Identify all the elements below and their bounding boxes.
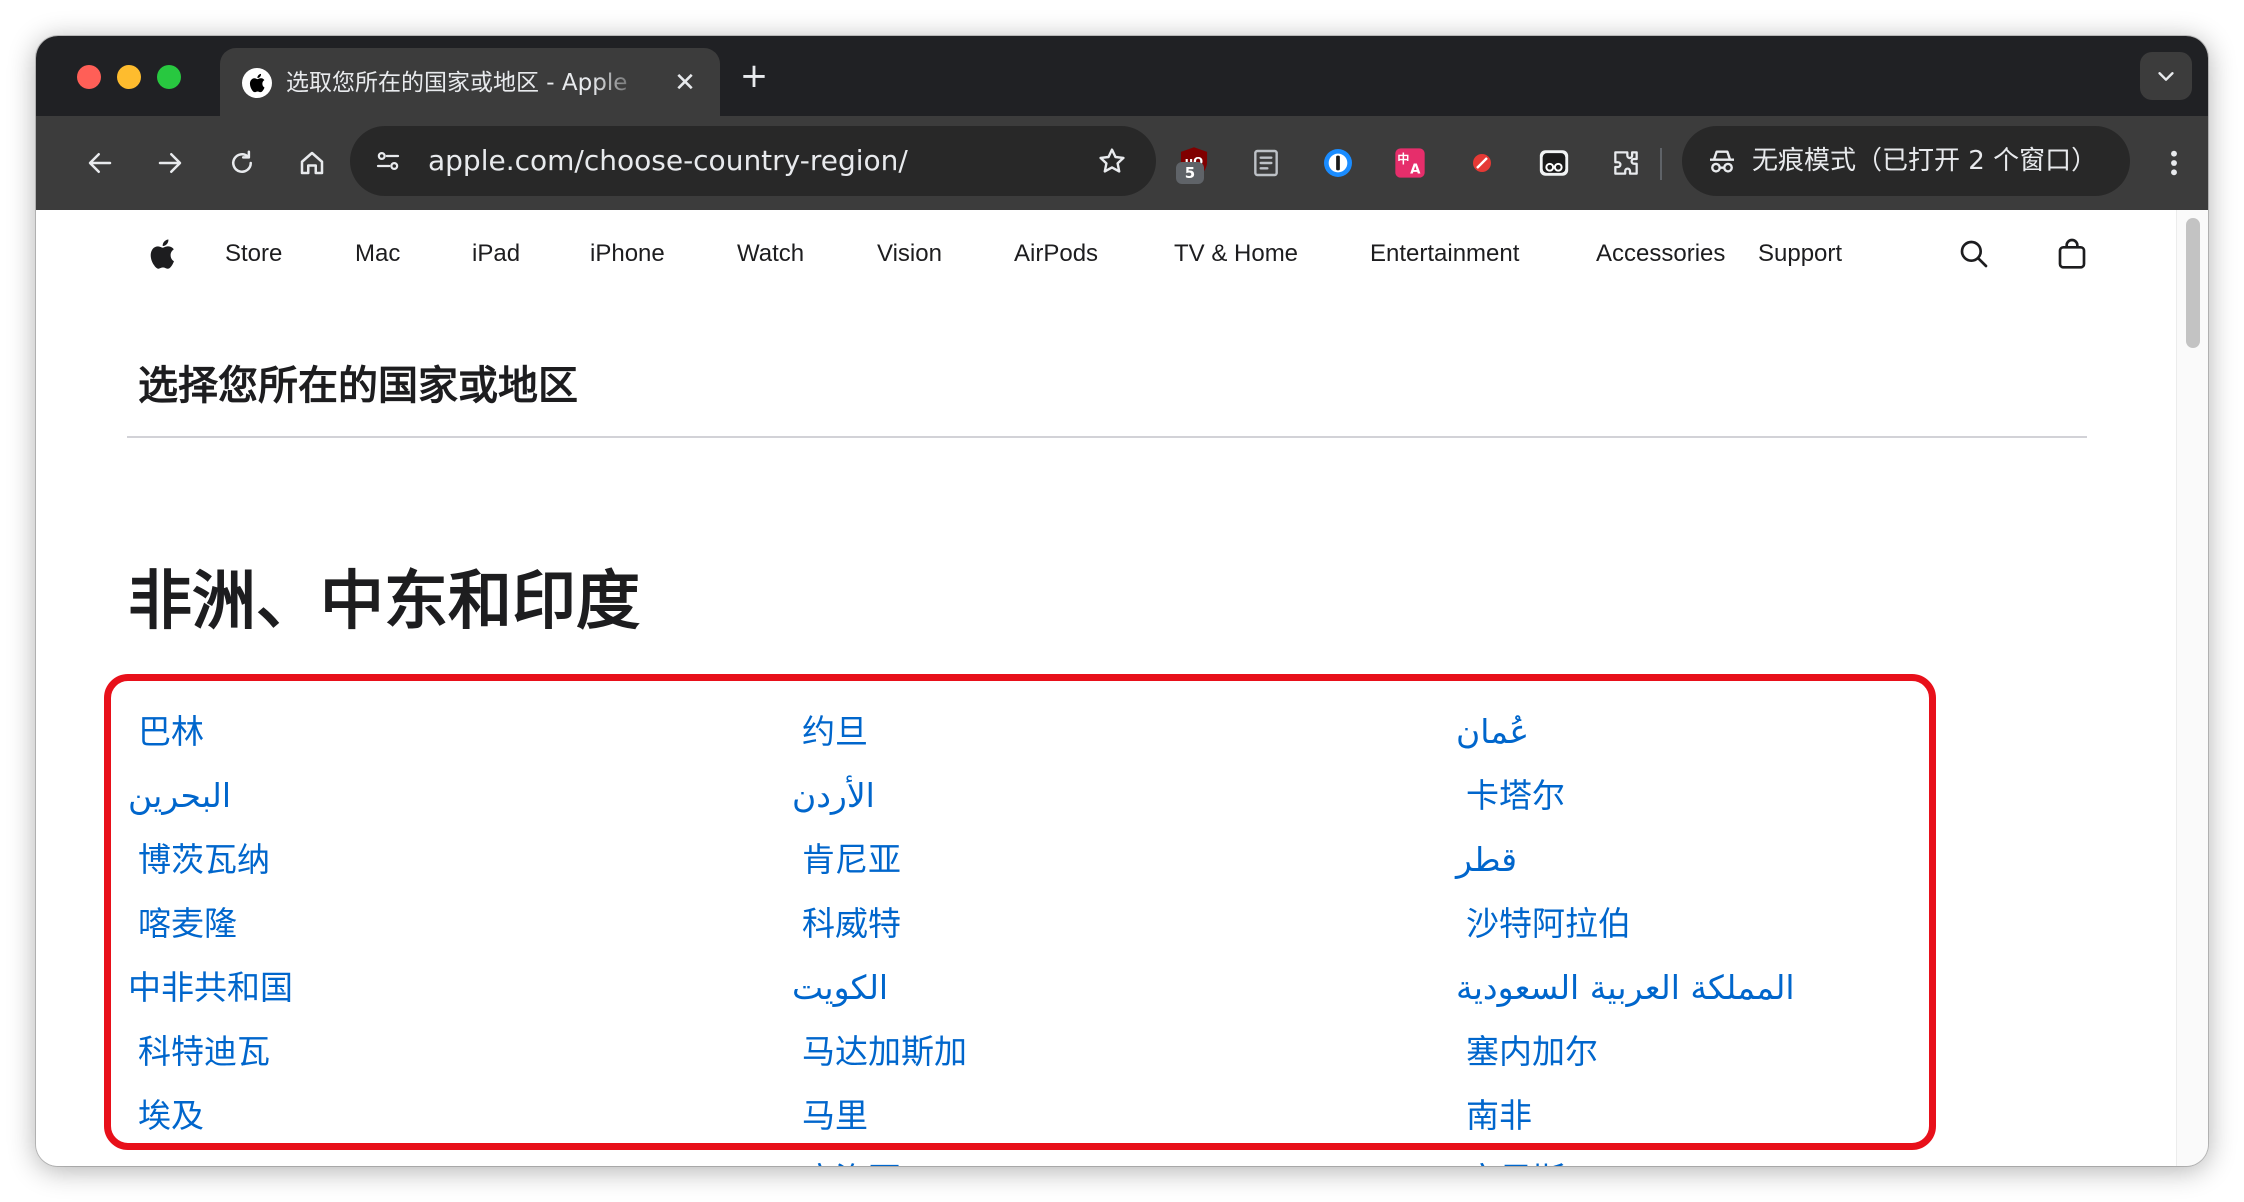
address-bar[interactable]: apple.com/choose-country-region/	[350, 126, 1156, 196]
new-tab-button[interactable]: +	[736, 58, 772, 94]
tab-close-icon[interactable]: ✕	[670, 68, 700, 98]
back-button[interactable]	[80, 143, 120, 183]
nav-vision[interactable]: Vision	[877, 210, 942, 298]
nav-tv-home[interactable]: TV & Home	[1174, 210, 1298, 298]
country-link-cote-divoire[interactable]: 科特迪瓦	[128, 1020, 768, 1084]
extensions-puzzle-icon[interactable]	[1604, 141, 1648, 185]
apple-logo-icon[interactable]	[140, 232, 184, 276]
page-title: 选择您所在的国家或地区	[138, 363, 578, 409]
incognito-label: 无痕模式（已打开 2 个窗口）	[1752, 146, 2098, 176]
country-link-senegal[interactable]: 塞内加尔	[1456, 1020, 2096, 1084]
country-link-kuwait[interactable]: 科威特	[792, 892, 1432, 956]
apple-global-nav: Store Mac iPad iPhone Watch Vision AirPo…	[36, 210, 2176, 298]
svg-text:A: A	[1410, 163, 1421, 178]
arrow-right-icon	[158, 153, 182, 173]
country-link-kuwait-arabic[interactable]: الكويت	[792, 956, 1432, 1020]
country-link-qatar[interactable]: 卡塔尔	[1456, 764, 2096, 828]
country-link-kenya[interactable]: 肯尼亚	[792, 828, 1432, 892]
home-icon	[300, 151, 324, 175]
search-icon[interactable]	[1952, 232, 1996, 276]
forward-button[interactable]	[150, 143, 190, 183]
window-close-button[interactable]	[77, 65, 101, 89]
shopping-bag-icon[interactable]	[2050, 232, 2094, 276]
region-heading: 非洲、中东和印度	[128, 565, 640, 639]
country-link-tunisia[interactable]: 突尼斯	[1456, 1148, 2096, 1166]
scrollbar-thumb[interactable]	[2186, 218, 2200, 348]
svg-text:中: 中	[1397, 151, 1409, 166]
country-link-egypt-arabic[interactable]: مصر	[128, 1148, 768, 1166]
vertical-scrollbar[interactable]	[2176, 210, 2208, 1166]
incognito-indicator[interactable]: 无痕模式（已打开 2 个窗口）	[1682, 126, 2130, 196]
tab-active[interactable]: 选取您所在的国家或地区 - Apple ✕	[220, 48, 720, 116]
incognito-icon	[1704, 143, 1740, 179]
country-link-south-africa[interactable]: 南非	[1456, 1084, 2096, 1148]
country-link-egypt[interactable]: 埃及	[128, 1084, 768, 1148]
password-manager-icon[interactable]	[1316, 141, 1360, 185]
mask-extension-icon[interactable]	[1532, 141, 1576, 185]
nav-airpods[interactable]: AirPods	[1014, 210, 1098, 298]
window-zoom-button[interactable]	[157, 65, 181, 89]
more-vertical-icon	[2171, 150, 2177, 176]
title-divider	[127, 436, 2087, 438]
country-link-central-african-republic[interactable]: 中非共和国	[128, 956, 768, 1020]
home-button[interactable]	[292, 143, 332, 183]
country-link-oman-arabic[interactable]: عُمان	[1456, 700, 2096, 764]
country-link-bahrain[interactable]: 巴林	[128, 700, 768, 764]
country-link-saudi-arabia[interactable]: 沙特阿拉伯	[1456, 892, 2096, 956]
country-link-madagascar[interactable]: 马达加斯加	[792, 1020, 1432, 1084]
nav-mac[interactable]: Mac	[355, 210, 400, 298]
country-link-morocco[interactable]: 摩洛哥	[792, 1148, 1432, 1166]
tab-title: 选取您所在的国家或地区 - Apple	[286, 70, 628, 96]
country-link-bahrain-arabic[interactable]: البحرين	[128, 764, 768, 828]
browser-toolbar: apple.com/choose-country-region/ uO 5 中A	[36, 116, 2208, 210]
url-text[interactable]: apple.com/choose-country-region/	[428, 144, 908, 178]
nav-ipad[interactable]: iPad	[472, 210, 520, 298]
chevron-down-icon	[2158, 72, 2174, 81]
tab-search-button[interactable]	[2140, 52, 2192, 100]
nav-iphone[interactable]: iPhone	[590, 210, 665, 298]
country-link-mali[interactable]: 马里	[792, 1084, 1432, 1148]
ublock-badge: 5	[1176, 162, 1204, 184]
nav-store[interactable]: Store	[225, 210, 282, 298]
window-minimize-button[interactable]	[117, 65, 141, 89]
country-column-1: 巴林 البحرين 博茨瓦纳 喀麦隆 中非共和国 科特迪瓦 埃及 مصر	[128, 700, 768, 1166]
country-link-jordan[interactable]: 约旦	[792, 700, 1432, 764]
country-column-3: عُمان 卡塔尔 قطر 沙特阿拉伯 المملكة العربية السع…	[1456, 700, 2096, 1166]
site-info-icon[interactable]	[368, 141, 408, 181]
block-site-icon[interactable]	[1460, 141, 1504, 185]
country-link-jordan-arabic[interactable]: الأردن	[792, 764, 1432, 828]
reader-mode-icon[interactable]	[1244, 141, 1288, 185]
country-column-2: 约旦 الأردن 肯尼亚 科威特 الكويت 马达加斯加 马里 摩洛哥	[792, 700, 1432, 1166]
country-link-botswana[interactable]: 博茨瓦纳	[128, 828, 768, 892]
arrow-left-icon	[88, 153, 112, 173]
nav-entertainment[interactable]: Entertainment	[1370, 210, 1519, 298]
browser-window: 选取您所在的国家或地区 - Apple ✕ + apple.com/choose…	[36, 36, 2208, 1166]
apple-logo-icon	[242, 68, 272, 98]
reload-icon	[232, 150, 252, 173]
tab-strip: 选取您所在的国家或地区 - Apple ✕ +	[36, 36, 2208, 116]
nav-accessories[interactable]: Accessories	[1596, 210, 1725, 298]
country-link-cameroon[interactable]: 喀麦隆	[128, 892, 768, 956]
page-viewport: Store Mac iPad iPhone Watch Vision AirPo…	[36, 210, 2176, 1166]
bookmark-star-icon[interactable]	[1092, 141, 1132, 181]
toolbar-separator	[1660, 148, 1662, 180]
nav-watch[interactable]: Watch	[737, 210, 804, 298]
reload-button[interactable]	[222, 143, 262, 183]
country-link-saudi-arabia-arabic[interactable]: المملكة العربية السعودية	[1456, 956, 2096, 1020]
nav-support[interactable]: Support	[1758, 210, 1842, 298]
translate-icon[interactable]: 中A	[1388, 141, 1432, 185]
browser-menu-button[interactable]	[2156, 143, 2192, 183]
country-link-qatar-arabic[interactable]: قطر	[1456, 828, 2096, 892]
